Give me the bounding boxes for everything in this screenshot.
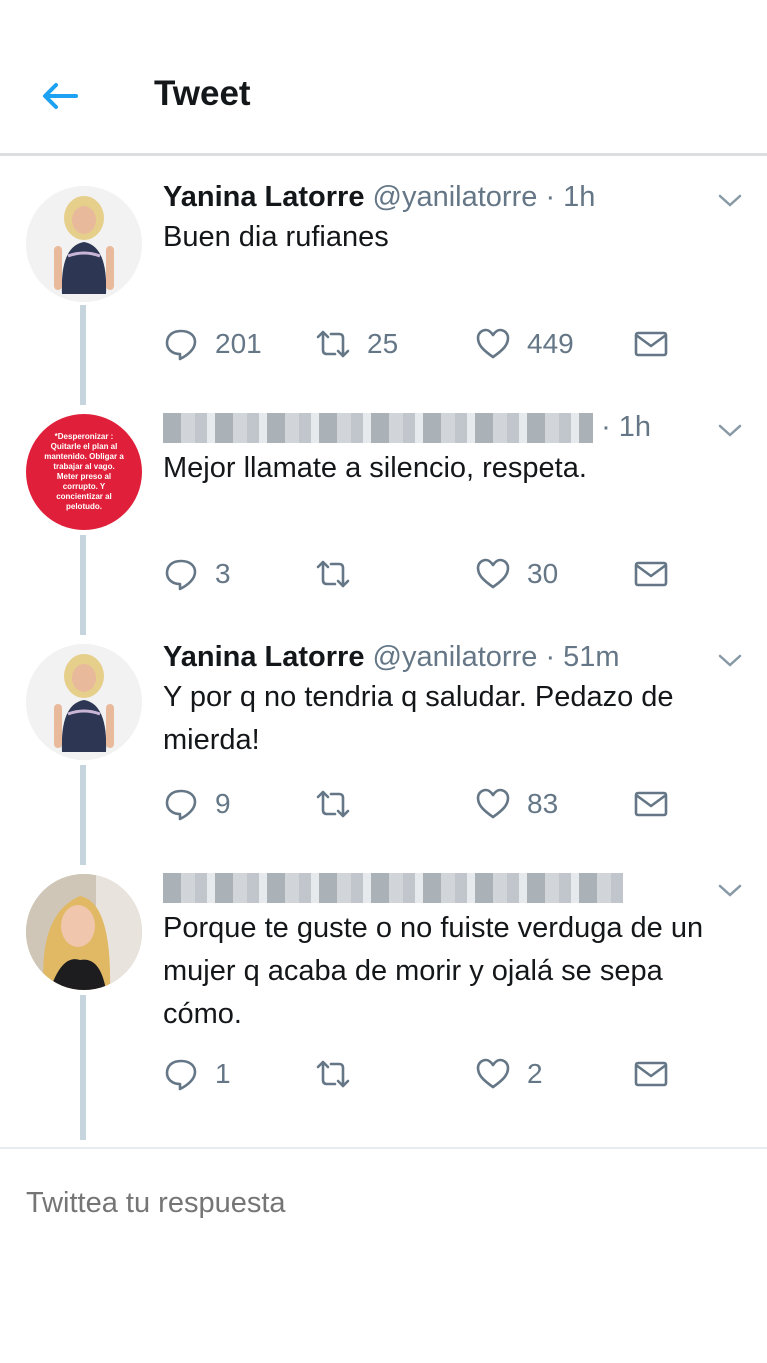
mail-icon xyxy=(634,331,668,357)
mail-icon xyxy=(634,791,668,817)
tweet-actions: 9 83 xyxy=(163,784,683,824)
timestamp[interactable]: 1h xyxy=(619,411,651,443)
reply-count: 1 xyxy=(215,1058,231,1089)
timestamp[interactable]: 51m xyxy=(563,641,619,673)
avatar[interactable] xyxy=(26,874,142,990)
woman-blonde-photo xyxy=(26,186,142,302)
chevron-down-icon[interactable] xyxy=(715,186,745,216)
chevron-down-icon[interactable] xyxy=(715,876,745,906)
heart-icon xyxy=(476,1058,510,1089)
separator-dot: · xyxy=(545,181,556,213)
reply-button[interactable]: 201 xyxy=(163,324,262,364)
thread-line xyxy=(80,305,86,405)
reply-count: 3 xyxy=(215,558,231,589)
share-button[interactable] xyxy=(633,324,685,364)
back-button[interactable] xyxy=(36,72,84,120)
reply-icon xyxy=(165,789,197,821)
tweet-text: Buen dia rufianes xyxy=(163,221,389,253)
retweet-button[interactable] xyxy=(315,554,367,594)
reply-icon xyxy=(165,559,197,591)
display-name[interactable]: Yanina Latorre xyxy=(163,181,364,213)
like-button[interactable]: 449 xyxy=(475,324,574,364)
retweet-count: 25 xyxy=(367,328,399,359)
thread-line xyxy=(80,535,86,635)
page-title: Tweet xyxy=(154,74,251,113)
like-count: 2 xyxy=(527,1058,543,1089)
retweet-icon xyxy=(316,1060,350,1088)
arrow-left-icon xyxy=(43,83,78,109)
chevron-down-icon[interactable] xyxy=(715,416,745,446)
handle[interactable]: @yanilatorre xyxy=(373,181,538,213)
heart-icon xyxy=(476,328,510,359)
retweet-icon xyxy=(316,330,350,358)
reply-count: 9 xyxy=(215,788,231,819)
display-name[interactable]: Yanina Latorre xyxy=(163,641,364,673)
thread-line xyxy=(80,765,86,865)
tweet-header: Yanina Latorre @yanilatorre · 1h xyxy=(163,181,707,214)
mail-icon xyxy=(634,1061,668,1087)
like-count: 83 xyxy=(527,788,559,819)
reply-button[interactable]: 9 xyxy=(163,784,231,824)
tweet-header xyxy=(163,871,707,904)
tweet-text: Y por q no tendria q saludar. Pedazo de … xyxy=(163,681,674,756)
woman-blonde-photo xyxy=(26,644,142,760)
tweet-header: · 1h xyxy=(163,411,707,444)
reply-bar xyxy=(0,1147,767,1363)
mail-icon xyxy=(634,561,668,587)
like-count: 449 xyxy=(527,328,574,359)
tweet-text: Porque te guste o no fuiste verduga de u… xyxy=(163,912,704,1030)
reply-input[interactable] xyxy=(26,1183,726,1223)
retweet-icon xyxy=(316,790,350,818)
separator-dot: · xyxy=(545,641,556,673)
share-button[interactable] xyxy=(633,1054,685,1094)
share-button[interactable] xyxy=(633,554,685,594)
like-count: 30 xyxy=(527,558,559,589)
retweet-button[interactable]: 25 xyxy=(315,324,398,364)
retweet-button[interactable] xyxy=(315,784,367,824)
redacted-name xyxy=(163,413,593,444)
reply-icon xyxy=(165,329,197,361)
tweet-header: Yanina Latorre @yanilatorre · 51m xyxy=(163,641,707,674)
thread-line xyxy=(80,995,86,1140)
heart-icon xyxy=(476,788,510,819)
reply-button[interactable]: 1 xyxy=(163,1054,231,1094)
chevron-down-icon[interactable] xyxy=(715,646,745,676)
handle[interactable]: @yanilatorre xyxy=(373,641,538,673)
tweet-actions: 201 25 449 xyxy=(163,324,683,364)
tweet-actions: 1 2 xyxy=(163,1054,683,1094)
reply-icon xyxy=(165,1059,197,1091)
redacted-name xyxy=(163,873,623,904)
retweet-icon xyxy=(316,560,350,588)
avatar[interactable]: *Desperonizar : Quitarle el plan al mant… xyxy=(26,414,142,530)
like-button[interactable]: 83 xyxy=(475,784,558,824)
avatar-text: *Desperonizar : Quitarle el plan al mant… xyxy=(44,432,124,511)
share-button[interactable] xyxy=(633,784,685,824)
header: Tweet xyxy=(0,0,767,156)
retweet-button[interactable] xyxy=(315,1054,367,1094)
like-button[interactable]: 2 xyxy=(475,1054,543,1094)
reply-button[interactable]: 3 xyxy=(163,554,231,594)
separator-dot: · xyxy=(601,411,611,443)
heart-icon xyxy=(476,558,510,589)
tweet-actions: 3 30 xyxy=(163,554,683,594)
avatar[interactable] xyxy=(26,186,142,302)
avatar[interactable] xyxy=(26,644,142,760)
like-button[interactable]: 30 xyxy=(475,554,558,594)
tweet-text: Mejor llamate a silencio, respeta. xyxy=(163,452,587,484)
reply-count: 201 xyxy=(215,328,262,359)
woman-blonde-selfie xyxy=(26,874,142,990)
timestamp[interactable]: 1h xyxy=(563,181,595,213)
